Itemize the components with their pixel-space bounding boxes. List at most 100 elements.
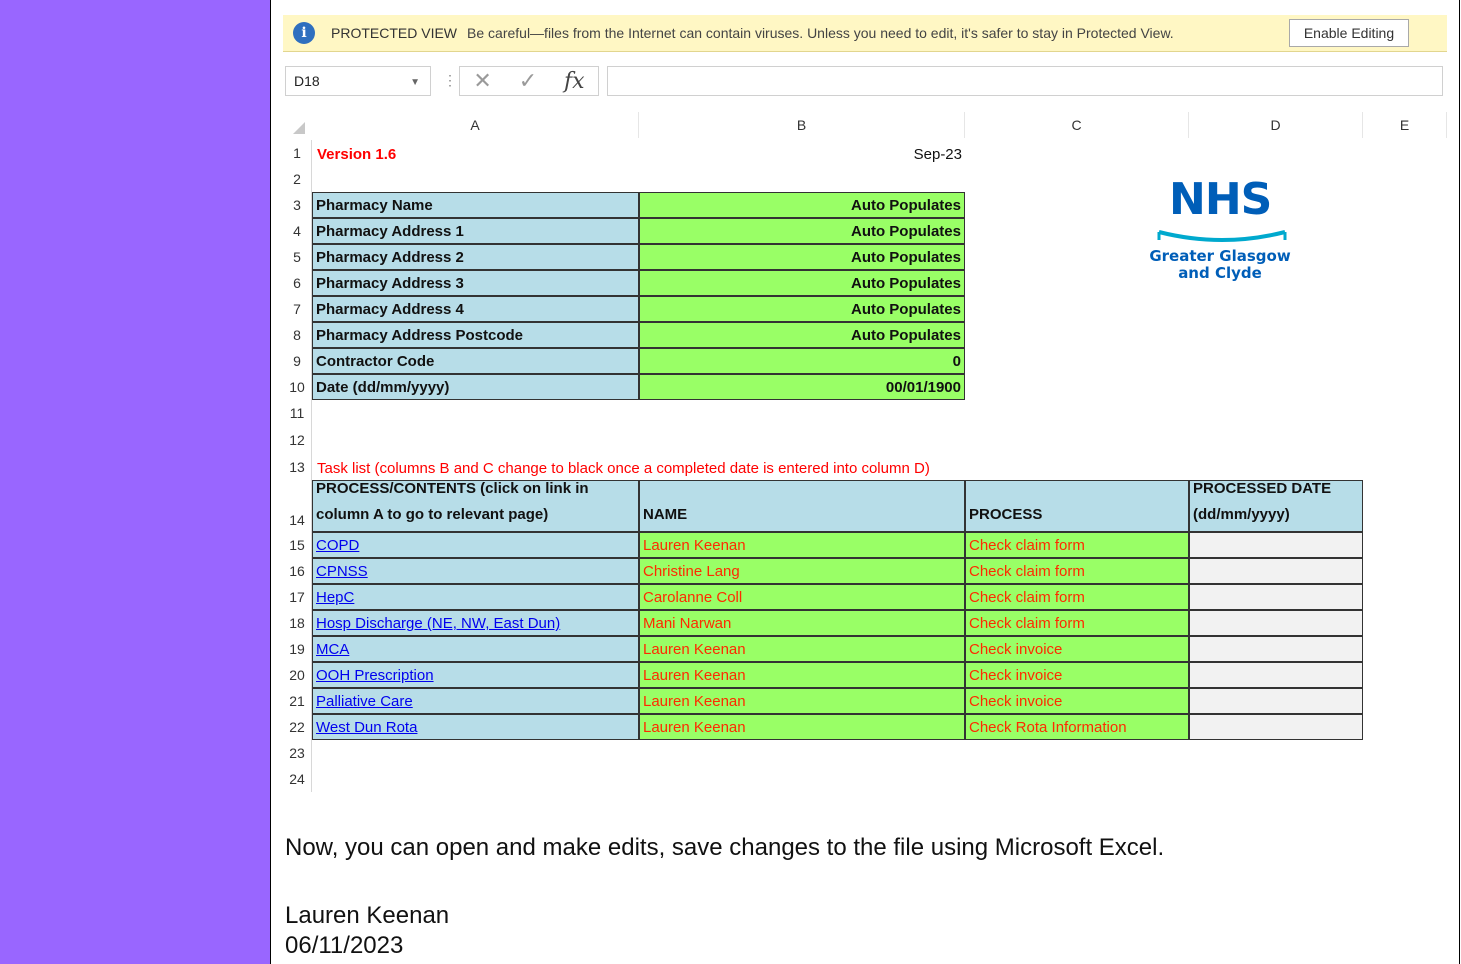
row-header[interactable]: 19: [283, 636, 312, 662]
enable-editing-button[interactable]: Enable Editing: [1289, 19, 1409, 47]
select-all-corner[interactable]: [283, 112, 312, 138]
row-header[interactable]: 23: [283, 740, 312, 766]
task-processed-date[interactable]: [1189, 714, 1363, 740]
task-link-cell[interactable]: MCA: [312, 636, 639, 662]
row-header[interactable]: 7: [283, 296, 312, 322]
info-value[interactable]: Auto Populates: [639, 244, 965, 270]
task-name[interactable]: Christine Lang: [639, 558, 965, 584]
row-header[interactable]: 16: [283, 558, 312, 584]
task-processed-date[interactable]: [1189, 532, 1363, 558]
row-header[interactable]: 14: [283, 480, 312, 532]
row-header[interactable]: 6: [283, 270, 312, 296]
task-name[interactable]: Mani Narwan: [639, 610, 965, 636]
row-header[interactable]: 22: [283, 714, 312, 740]
task-link[interactable]: Hosp Discharge (NE, NW, East Dun): [316, 615, 560, 632]
task-link-cell[interactable]: CPNSS: [312, 558, 639, 584]
info-value[interactable]: 00/01/1900: [639, 374, 965, 400]
header-processed-date[interactable]: PROCESSED DATE (dd/mm/yyyy): [1189, 480, 1363, 532]
formula-input[interactable]: [607, 66, 1443, 96]
task-link-cell[interactable]: OOH Prescription: [312, 662, 639, 688]
task-list-note[interactable]: Task list (columns B and C change to bla…: [314, 454, 1214, 480]
version-label[interactable]: Version 1.6: [314, 140, 614, 166]
row-header[interactable]: 8: [283, 322, 312, 348]
task-link-cell[interactable]: Hosp Discharge (NE, NW, East Dun): [312, 610, 639, 636]
task-link[interactable]: Palliative Care: [316, 693, 413, 710]
row-header[interactable]: 20: [283, 662, 312, 688]
row-header[interactable]: 4: [283, 218, 312, 244]
task-name[interactable]: Carolanne Coll: [639, 584, 965, 610]
info-label[interactable]: Pharmacy Address 2: [312, 244, 639, 270]
row-header[interactable]: 15: [283, 532, 312, 558]
row-header[interactable]: 12: [283, 426, 312, 454]
task-process[interactable]: Check claim form: [965, 558, 1189, 584]
task-process[interactable]: Check claim form: [965, 532, 1189, 558]
task-name[interactable]: Lauren Keenan: [639, 714, 965, 740]
row-header[interactable]: 1: [283, 140, 312, 166]
task-link[interactable]: MCA: [316, 641, 349, 658]
task-processed-date[interactable]: [1189, 584, 1363, 610]
row-header[interactable]: 17: [283, 584, 312, 610]
name-box-dropdown-icon[interactable]: ▼: [410, 77, 420, 88]
cancel-icon[interactable]: ✕: [473, 69, 491, 94]
column-header-a[interactable]: A: [312, 112, 639, 138]
task-process[interactable]: Check invoice: [965, 636, 1189, 662]
row-header[interactable]: 2: [283, 166, 312, 192]
info-value[interactable]: Auto Populates: [639, 218, 965, 244]
task-processed-date[interactable]: [1189, 688, 1363, 714]
row-header[interactable]: 9: [283, 348, 312, 374]
info-label[interactable]: Pharmacy Address Postcode: [312, 322, 639, 348]
task-name[interactable]: Lauren Keenan: [639, 532, 965, 558]
task-processed-date[interactable]: [1189, 662, 1363, 688]
info-value[interactable]: Auto Populates: [639, 296, 965, 322]
task-link[interactable]: OOH Prescription: [316, 667, 434, 684]
task-processed-date[interactable]: [1189, 558, 1363, 584]
row-header[interactable]: 3: [283, 192, 312, 218]
column-header-c[interactable]: C: [965, 112, 1189, 138]
task-link-cell[interactable]: HepC: [312, 584, 639, 610]
row-header[interactable]: 5: [283, 244, 312, 270]
task-link-cell[interactable]: Palliative Care: [312, 688, 639, 714]
info-value[interactable]: 0: [639, 348, 965, 374]
header-process[interactable]: PROCESS: [965, 480, 1189, 532]
row-header[interactable]: 18: [283, 610, 312, 636]
info-label[interactable]: Pharmacy Address 4: [312, 296, 639, 322]
name-box[interactable]: D18 ▼: [285, 66, 431, 96]
task-processed-date[interactable]: [1189, 610, 1363, 636]
task-process[interactable]: Check claim form: [965, 584, 1189, 610]
enter-icon[interactable]: ✓: [519, 69, 537, 94]
header-name[interactable]: NAME: [639, 480, 965, 532]
task-link[interactable]: West Dun Rota: [316, 719, 417, 736]
row-header[interactable]: 11: [283, 400, 312, 426]
row-header[interactable]: 24: [283, 766, 312, 792]
task-link[interactable]: COPD: [316, 537, 359, 554]
task-link[interactable]: HepC: [316, 589, 354, 606]
task-process[interactable]: Check Rota Information: [965, 714, 1189, 740]
task-process[interactable]: Check invoice: [965, 688, 1189, 714]
column-header-b[interactable]: B: [639, 112, 965, 138]
header-process-contents[interactable]: PROCESS/CONTENTS (click on link in colum…: [312, 480, 639, 532]
task-name[interactable]: Lauren Keenan: [639, 662, 965, 688]
info-label[interactable]: Pharmacy Address 3: [312, 270, 639, 296]
info-label[interactable]: Pharmacy Address 1: [312, 218, 639, 244]
column-header-e[interactable]: E: [1363, 112, 1447, 138]
task-name[interactable]: Lauren Keenan: [639, 636, 965, 662]
task-process[interactable]: Check invoice: [965, 662, 1189, 688]
month-label[interactable]: Sep-23: [639, 140, 965, 166]
info-label[interactable]: Date (dd/mm/yyyy): [312, 374, 639, 400]
task-name[interactable]: Lauren Keenan: [639, 688, 965, 714]
info-value[interactable]: Auto Populates: [639, 270, 965, 296]
info-value[interactable]: Auto Populates: [639, 322, 965, 348]
row-header[interactable]: 21: [283, 688, 312, 714]
row-header[interactable]: 10: [283, 374, 312, 400]
info-value[interactable]: Auto Populates: [639, 192, 965, 218]
task-link-cell[interactable]: West Dun Rota: [312, 714, 639, 740]
task-link[interactable]: CPNSS: [316, 563, 368, 580]
info-label[interactable]: Contractor Code: [312, 348, 639, 374]
task-process[interactable]: Check claim form: [965, 610, 1189, 636]
row-header[interactable]: 13: [283, 454, 312, 480]
column-header-d[interactable]: D: [1189, 112, 1363, 138]
task-link-cell[interactable]: COPD: [312, 532, 639, 558]
insert-function-icon[interactable]: fx: [564, 69, 585, 94]
task-processed-date[interactable]: [1189, 636, 1363, 662]
info-label[interactable]: Pharmacy Name: [312, 192, 639, 218]
